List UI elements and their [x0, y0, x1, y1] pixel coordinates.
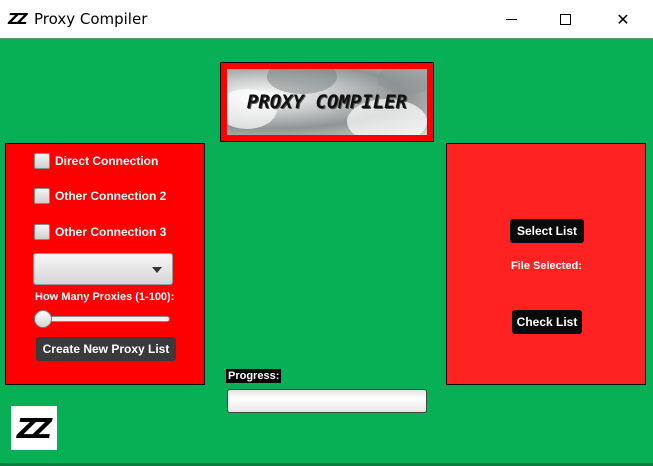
close-button[interactable]: ✕: [597, 0, 649, 38]
connection-panel: Direct Connection Other Connection 2 Oth…: [5, 143, 205, 385]
minimize-button[interactable]: [485, 0, 537, 38]
proxy-count-slider-track[interactable]: [40, 316, 170, 322]
maximize-icon: [559, 13, 571, 25]
banner-title: PROXY COMPILER: [246, 91, 408, 113]
proxy-count-label: How Many Proxies (1-100):: [35, 291, 175, 303]
other-connection-2-checkbox[interactable]: [34, 188, 50, 204]
create-proxy-list-button[interactable]: Create New Proxy List: [36, 337, 176, 361]
proxy-count-slider-thumb[interactable]: [34, 310, 52, 328]
other-connection-2-label: Other Connection 2: [55, 189, 167, 203]
select-list-button[interactable]: Select List: [510, 219, 584, 243]
file-panel: Select List File Selected: Check List: [446, 143, 646, 385]
other-connection-3-checkbox[interactable]: [34, 224, 50, 240]
progress-label: Progress:: [226, 369, 282, 383]
other-connection-3-option[interactable]: Other Connection 3: [34, 224, 166, 240]
logo: ZZ: [11, 406, 57, 450]
close-icon: ✕: [616, 9, 630, 29]
app-icon: ZZ: [8, 10, 28, 28]
direct-connection-option[interactable]: Direct Connection: [34, 153, 158, 169]
check-list-button[interactable]: Check List: [512, 310, 582, 334]
direct-connection-checkbox[interactable]: [34, 153, 50, 169]
file-selected-label: File Selected:: [511, 260, 582, 272]
progress-bar: [227, 389, 427, 413]
main-window: PROXY COMPILER Direct Connection Other C…: [0, 38, 653, 466]
other-connection-2-option[interactable]: Other Connection 2: [34, 188, 166, 204]
chevron-down-icon: [152, 267, 162, 273]
minimize-icon: [505, 18, 517, 20]
title-bar: ZZ Proxy Compiler ✕: [0, 0, 653, 38]
other-connection-3-label: Other Connection 3: [55, 225, 167, 239]
logo-text: ZZ: [16, 411, 53, 445]
banner-image: PROXY COMPILER: [227, 69, 427, 135]
connection-dropdown[interactable]: [33, 253, 173, 285]
maximize-button[interactable]: [539, 0, 591, 38]
direct-connection-label: Direct Connection: [55, 154, 159, 168]
window-title: Proxy Compiler: [34, 10, 148, 28]
banner: PROXY COMPILER: [220, 62, 434, 142]
